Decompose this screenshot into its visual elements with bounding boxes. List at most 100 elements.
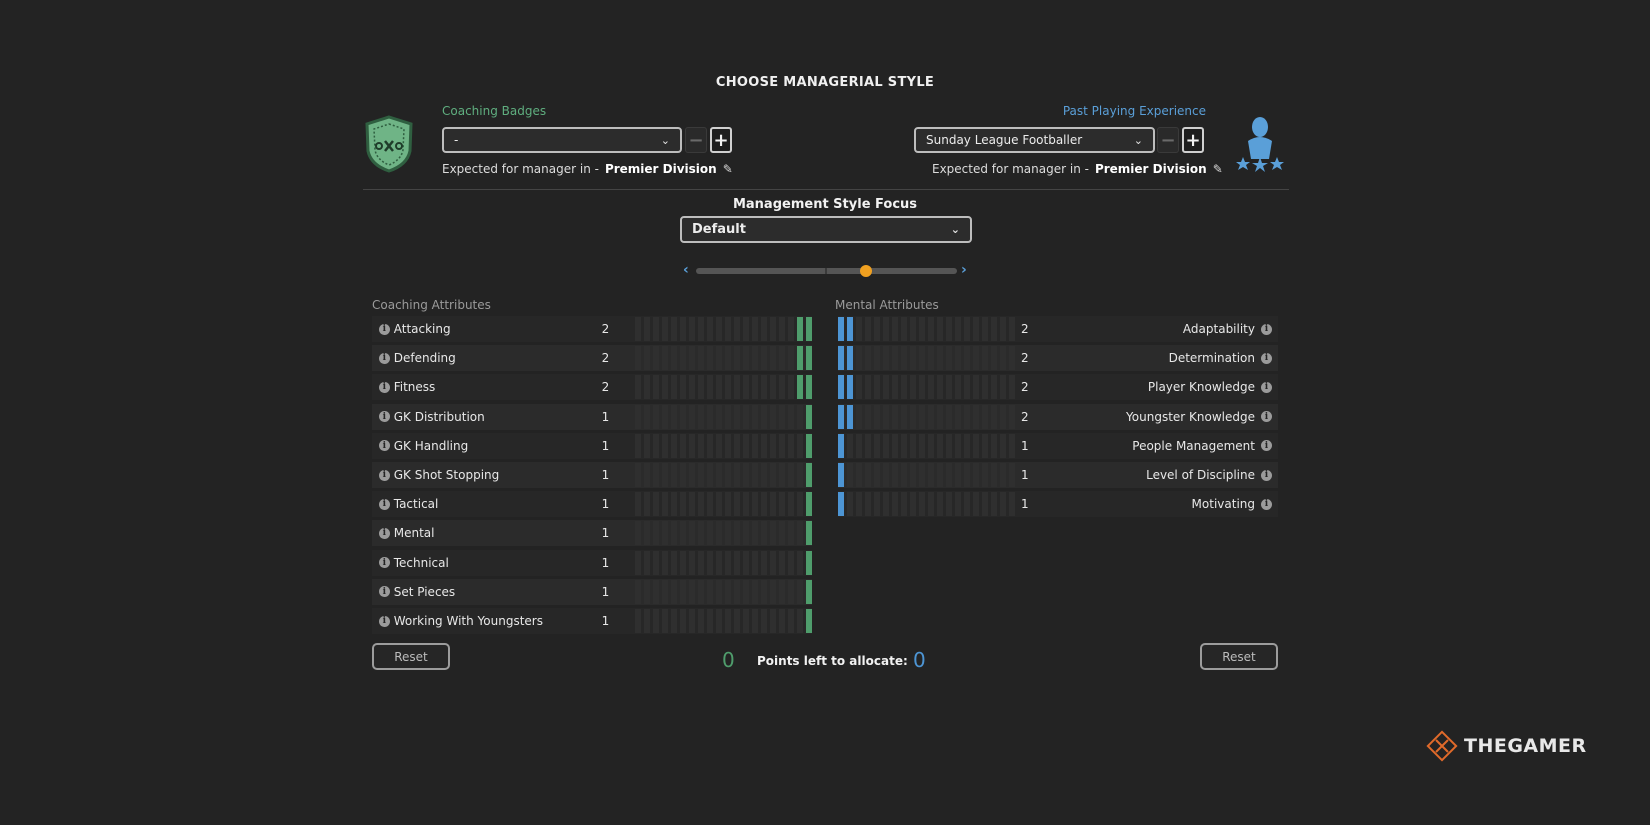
coaching-attribute-bar	[635, 609, 812, 633]
bar-segment-empty	[865, 492, 871, 517]
info-icon[interactable]: i	[379, 527, 390, 539]
info-icon[interactable]: i	[379, 381, 390, 393]
bar-segment-empty	[892, 463, 898, 487]
info-icon[interactable]: i	[379, 469, 390, 481]
page-title: CHOOSE MANAGERIAL STYLE	[715, 75, 935, 90]
bar-segment-empty	[779, 463, 785, 487]
chevron-right-icon[interactable]: ›	[961, 262, 967, 278]
bar-segment-empty	[937, 492, 943, 517]
bar-segment-empty	[680, 579, 686, 604]
coaching-badges-decrease-button[interactable]: −	[685, 127, 707, 153]
bar-segment-empty	[644, 521, 650, 546]
info-icon[interactable]: i	[379, 323, 390, 335]
bar-segment-empty	[689, 317, 695, 341]
focus-slider[interactable]	[696, 265, 957, 277]
playing-experience-select[interactable]: Sunday League Footballer ⌄	[914, 127, 1155, 153]
player-stars-icon	[1234, 115, 1286, 173]
bar-segment-empty	[653, 404, 659, 429]
info-icon[interactable]: i	[1261, 323, 1272, 335]
bar-segment-empty	[662, 521, 668, 546]
info-icon[interactable]: i	[1261, 498, 1272, 510]
chevron-left-icon[interactable]: ‹	[683, 262, 689, 278]
bar-segment-empty	[797, 609, 803, 633]
info-icon[interactable]: i	[379, 586, 390, 598]
info-icon[interactable]: i	[1261, 411, 1272, 423]
bar-segment-empty	[662, 550, 668, 575]
bar-segment-empty	[788, 521, 794, 546]
coaching-attribute-value: 2	[601, 322, 610, 336]
bar-segment-empty	[901, 317, 907, 341]
info-icon[interactable]: i	[379, 498, 390, 510]
info-icon[interactable]: i	[379, 615, 390, 627]
bar-segment-empty	[901, 463, 907, 487]
pencil-icon[interactable]: ✎	[1213, 162, 1223, 176]
coaching-attribute-bar	[635, 550, 812, 575]
slider-knob[interactable]	[860, 265, 873, 277]
bar-segment-empty	[856, 433, 862, 458]
coaching-attribute-row: i GK Handling 1	[372, 432, 812, 459]
bar-segment-empty	[644, 609, 650, 633]
coaching-badges-select[interactable]: - ⌄	[442, 127, 682, 153]
bar-segment-empty	[946, 375, 952, 400]
playing-experience-increase-button[interactable]: +	[1182, 127, 1204, 153]
bar-segment-empty	[725, 346, 731, 371]
bar-segment-empty	[779, 579, 785, 604]
bar-segment-filled	[838, 463, 844, 487]
bar-segment-empty	[874, 404, 880, 429]
bar-segment-empty	[779, 521, 785, 546]
coaching-badges-increase-button[interactable]: +	[710, 127, 732, 153]
coaching-reset-button[interactable]: Reset	[372, 643, 450, 670]
bar-segment-empty	[964, 404, 970, 429]
bar-segment-empty	[856, 375, 862, 400]
bar-segment-empty	[734, 317, 740, 341]
bar-segment-empty	[919, 346, 925, 371]
bar-segment-empty	[644, 346, 650, 371]
info-icon[interactable]: i	[379, 411, 390, 423]
bar-segment-empty	[653, 375, 659, 400]
header-divider	[363, 189, 1289, 190]
bar-segment-empty	[635, 609, 641, 633]
info-icon[interactable]: i	[1261, 352, 1272, 364]
bar-segment-empty	[1000, 492, 1006, 517]
focus-value: Default	[692, 222, 746, 237]
bar-segment-empty	[689, 404, 695, 429]
bar-segment-empty	[635, 346, 641, 371]
bar-segment-empty	[635, 375, 641, 400]
coaching-attribute-label: Attacking	[393, 322, 451, 336]
mental-attribute-label: Level of Discipline	[1146, 468, 1255, 482]
info-icon[interactable]: i	[1261, 381, 1272, 393]
info-icon[interactable]: i	[379, 352, 390, 364]
bar-segment-empty	[653, 492, 659, 517]
bar-segment-empty	[707, 521, 713, 546]
bar-segment-filled	[806, 609, 812, 633]
mental-attribute-bar	[838, 463, 1015, 487]
mental-attribute-bar	[838, 317, 1015, 341]
bar-segment-empty	[964, 492, 970, 517]
bar-segment-empty	[865, 404, 871, 429]
focus-select[interactable]: Default ⌄	[680, 216, 972, 243]
mental-reset-button[interactable]: Reset	[1200, 643, 1278, 670]
playing-experience-decrease-button[interactable]: −	[1157, 127, 1179, 153]
bar-segment-empty	[946, 404, 952, 429]
pencil-icon[interactable]: ✎	[723, 162, 733, 176]
coaching-attribute-row: i Working With Youngsters 1	[372, 608, 812, 634]
bar-segment-empty	[707, 579, 713, 604]
bar-segment-empty	[928, 317, 934, 341]
info-icon[interactable]: i	[379, 440, 390, 452]
bar-segment-empty	[644, 375, 650, 400]
info-icon[interactable]: i	[1261, 440, 1272, 452]
bar-segment-empty	[707, 609, 713, 633]
bar-segment-empty	[662, 579, 668, 604]
bar-segment-empty	[928, 404, 934, 429]
info-icon[interactable]: i	[1261, 469, 1272, 481]
bar-segment-filled	[847, 404, 853, 429]
bar-segment-empty	[991, 492, 997, 517]
expected-prefix: Expected for manager in -	[932, 162, 1089, 176]
bar-segment-empty	[910, 375, 916, 400]
bar-segment-empty	[734, 463, 740, 487]
bar-segment-empty	[928, 463, 934, 487]
info-icon[interactable]: i	[379, 557, 390, 569]
bar-segment-empty	[770, 433, 776, 458]
bar-segment-empty	[671, 550, 677, 575]
bar-segment-filled	[806, 317, 812, 341]
